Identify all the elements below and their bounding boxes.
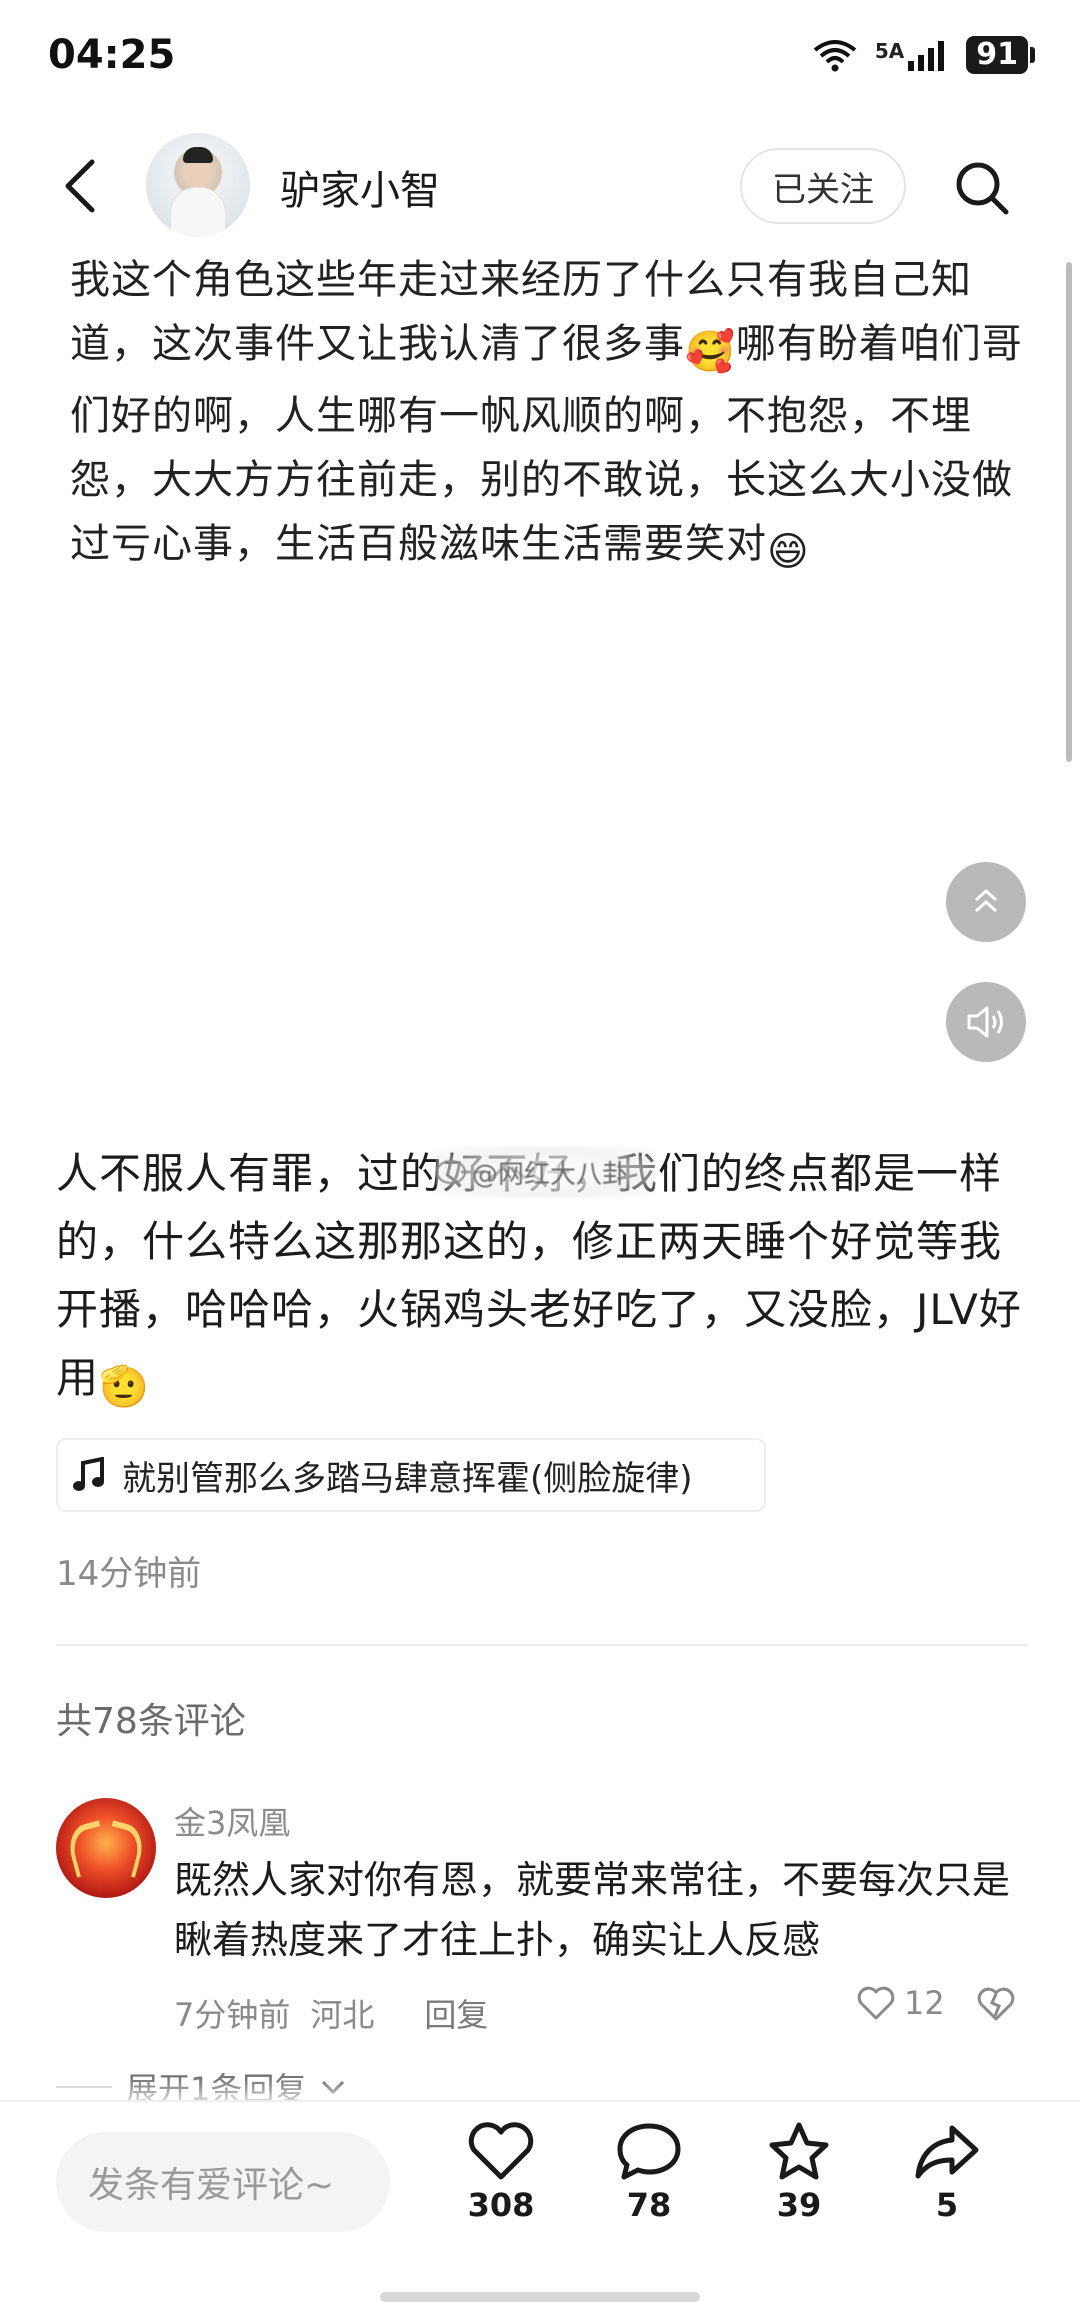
follow-button[interactable]: 已关注 (740, 148, 906, 224)
comment-input[interactable]: 发条有爱评论~ (56, 2132, 390, 2232)
share-count: 5 (935, 2186, 959, 2224)
favorite-button[interactable]: 39 (744, 2120, 854, 2224)
reply-button[interactable]: 回复 (424, 1990, 488, 2036)
post-time: 14分钟前 (56, 1554, 202, 1594)
comment-total-count: 78 (626, 2186, 672, 2224)
network-label: 5A (874, 39, 905, 63)
music-tag[interactable]: 就别管那么多踏马肆意挥霍(侧脸旋律) (56, 1438, 766, 1512)
comment-like-button[interactable]: 12 (856, 1984, 945, 2022)
comment-item: 金3凤凰 既然人家对你有恩，就要常来常往，不要每次只是瞅着热度来了才往上扑，确实… (56, 1798, 1036, 2058)
favorite-count: 39 (776, 2186, 822, 2224)
comment-bubble-icon (617, 2123, 681, 2180)
bottom-action-bar: 发条有爱评论~ 308 78 39 5 (0, 2100, 1080, 2324)
weibo-icon (436, 1160, 466, 1184)
double-chevron-up-icon (974, 888, 998, 913)
comment-like-count: 12 (904, 1984, 945, 2022)
scroll-up-button[interactable] (946, 862, 1026, 942)
heart-icon (468, 2122, 534, 2180)
commenter-name[interactable]: 金3凤凰 (174, 1798, 290, 1844)
expand-line (56, 2086, 112, 2088)
post-text-primary: 我这个角色这些年走过来经历了什么只有我自己知道，这次事件又让我认清了很多事🥰哪有… (70, 248, 1030, 584)
battery-icon: 91 (966, 36, 1035, 74)
broken-heart-icon (977, 1987, 1015, 2021)
back-arrow-icon (65, 159, 95, 213)
username[interactable]: 驴家小智 (280, 158, 440, 216)
divider (56, 1644, 1028, 1646)
sound-button[interactable] (946, 982, 1026, 1062)
speaker-icon (967, 1006, 1003, 1038)
saluting-emoji: 🫡 (99, 1364, 150, 1410)
chevron-down-icon (322, 2080, 345, 2095)
comment-meta: 7分钟前 河北 回复 (174, 1990, 488, 2036)
music-note-icon (73, 1457, 104, 1491)
search-button[interactable] (950, 156, 1014, 220)
heart-icon (857, 1986, 895, 2020)
back-button[interactable] (50, 156, 110, 216)
header: 驴家小智 已关注 (0, 130, 1080, 240)
signal-icon: 5A (875, 39, 948, 71)
comment-count: 共78条评论 (56, 1701, 246, 1742)
grinning-emoji: 😄 (767, 529, 810, 575)
comment-dislike-button[interactable] (976, 1986, 1016, 2026)
wifi-icon (813, 38, 857, 72)
comment-text: 既然人家对你有恩，就要常来常往，不要每次只是瞅着热度来了才往上扑，确实让人反感 (174, 1858, 1011, 1962)
home-indicator[interactable] (380, 2292, 700, 2302)
avatar[interactable] (146, 133, 250, 237)
commenter-avatar[interactable] (56, 1798, 156, 1898)
status-bar: 04:25 5A 91 (0, 0, 1080, 130)
music-title: 就别管那么多踏马肆意挥霍(侧脸旋律) (122, 1458, 693, 1499)
status-icons: 5A 91 (813, 36, 1035, 74)
share-button[interactable]: 5 (892, 2120, 1002, 2224)
comment-time: 7分钟前 (174, 1996, 291, 2034)
comment-button[interactable]: 78 (594, 2120, 704, 2224)
star-icon (769, 2122, 829, 2180)
watermark: @网红大八卦 (436, 1146, 656, 1198)
like-button[interactable]: 308 (446, 2120, 556, 2224)
search-icon (956, 162, 1009, 215)
smiling-hearts-emoji: 🥰 (685, 329, 736, 375)
scrollbar[interactable] (1066, 262, 1072, 762)
comment-location: 河北 (310, 1996, 375, 2034)
status-time: 04:25 (48, 32, 176, 78)
watermark-text: @网红大八卦 (472, 1159, 629, 1190)
share-arrow-icon (915, 2125, 979, 2179)
like-count: 308 (467, 2186, 535, 2224)
